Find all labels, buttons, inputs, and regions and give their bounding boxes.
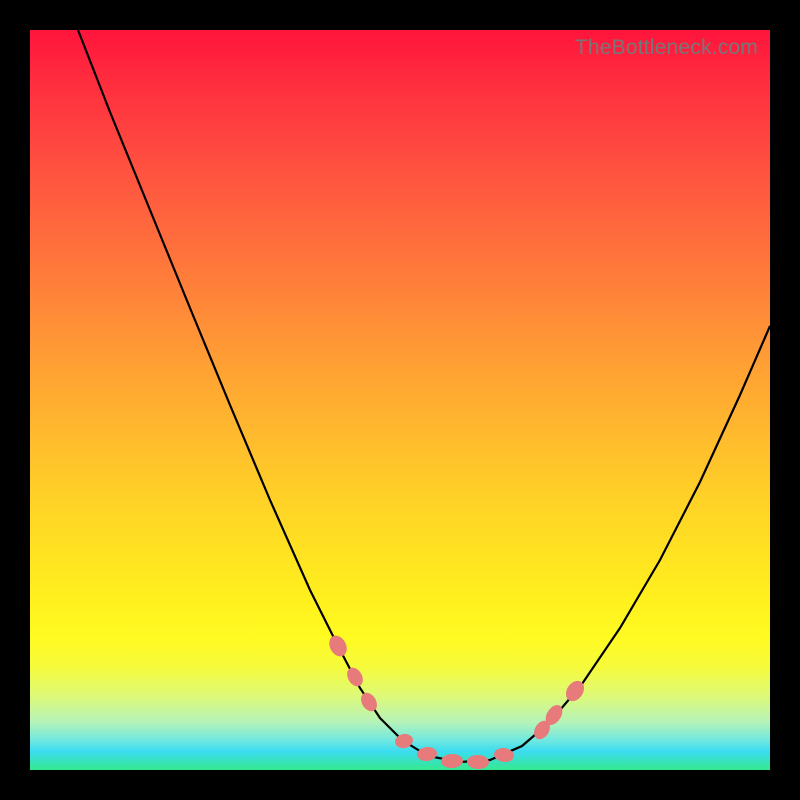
curve-marker — [358, 690, 380, 714]
plot-area: TheBottleneck.com — [30, 30, 770, 770]
curve-markers — [326, 633, 588, 770]
curve-marker — [441, 754, 463, 769]
curve-marker — [326, 633, 350, 660]
curve-marker — [416, 746, 437, 762]
curve-marker — [344, 665, 366, 689]
chart-frame: TheBottleneck.com — [0, 0, 800, 800]
curve-line — [78, 30, 770, 762]
curve-marker — [467, 755, 489, 770]
bottleneck-curve — [30, 30, 770, 770]
curve-marker — [493, 747, 515, 764]
